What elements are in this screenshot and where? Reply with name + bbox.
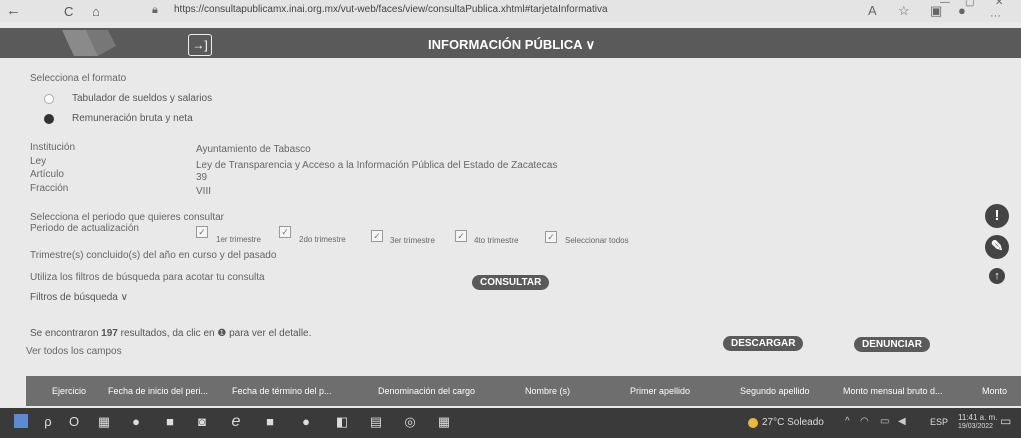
chevron-up-icon[interactable]: ^ [845,416,850,427]
weather-icon[interactable] [748,418,758,428]
taskbar-app-icon[interactable]: ▦ [96,414,112,430]
checkbox-q1-label: 1er trimestre [216,235,261,244]
task-view-icon[interactable]: O [66,414,82,430]
ley-value: Ley de Transparencia y Acceso a la Infor… [196,160,558,171]
weather-text[interactable]: 27°C Soleado [762,417,824,428]
taskbar-app-icon[interactable]: ▦ [436,414,452,430]
logo [62,30,116,56]
radio-remuneracion-label[interactable]: Remuneración bruta y neta [72,113,193,124]
network-icon[interactable]: ◠ [860,416,869,427]
filters-toggle[interactable]: Filtros de búsqueda ∨ [30,292,128,303]
results-end: para ver el detalle. [226,328,312,339]
alert-icon[interactable]: ! [985,204,1009,228]
ley-label: Ley [30,156,47,167]
home-icon[interactable]: ⌂ [92,4,100,19]
clock-time[interactable]: 11:41 a. m. [958,413,997,422]
consult-button[interactable]: CONSULTAR [472,275,550,290]
refresh-icon[interactable]: C [64,4,73,19]
update-period-label: Periodo de actualización [30,223,139,234]
articulo-value: 39 [196,172,208,183]
radio-tabulador[interactable] [44,94,54,104]
column-header[interactable]: Fecha de inicio del peri... [108,386,208,396]
institucion-value: Ayuntamiento de Tabasco [196,144,311,155]
taskbar-app-icon[interactable]: ◧ [334,414,350,430]
favorite-icon[interactable]: ☆ [898,3,910,19]
column-header[interactable]: Monto [982,386,1007,396]
results-count: 197 [101,328,118,339]
language-indicator[interactable]: ESP [930,417,948,427]
checkbox-q1[interactable]: ✓ [196,226,208,238]
checkbox-q4-label: 4to trimestre [474,236,519,245]
page-title[interactable]: INFORMACIÓN PÚBLICA ∨ [428,37,595,53]
tool-icon[interactable]: ✎ [985,235,1009,259]
report-button[interactable]: DENUNCIAR [854,337,930,352]
results-prefix: Se encontraron [30,328,102,339]
checkbox-all[interactable]: ✓ [545,231,557,243]
column-header[interactable]: Monto mensual bruto d... [843,386,943,396]
info-icon: ❶ [217,328,227,339]
volume-icon[interactable]: ◀ [898,416,906,427]
column-header[interactable]: Segundo apellido [740,386,810,396]
more-icon[interactable]: ··· [990,10,1001,22]
taskbar-app-icon[interactable]: ■ [262,414,278,430]
radio-tabulador-label[interactable]: Tabulador de sueldos y salarios [72,93,212,104]
back-icon[interactable]: ← [6,2,21,19]
column-header[interactable]: Primer apellido [630,386,690,396]
minimize-icon[interactable]: — [940,0,950,8]
taskbar-app-icon[interactable]: ● [128,414,144,430]
taskbar-app-icon[interactable]: ● [298,414,314,430]
restore-icon[interactable]: ▢ [965,0,974,8]
taskbar-app-icon[interactable]: ◎ [402,414,418,430]
period-note: Trimestre(s) concluido(s) del año en cur… [30,250,277,261]
taskbar-app-icon[interactable]: ▤ [368,414,384,430]
results-suffix: resultados, da clic en [117,328,218,339]
institucion-label: Institución [30,142,76,153]
clock-date[interactable]: 19/03/2022 [958,423,993,430]
column-header[interactable]: Ejercicio [52,386,86,396]
results-text: Se encontraron 197 resultados, da clic e… [30,328,311,339]
format-label: Selecciona el formato [30,73,127,84]
search-icon[interactable]: ρ [40,414,56,430]
column-header[interactable]: Fecha de término del p... [232,386,332,396]
period-label: Selecciona el periodo que quieres consul… [30,212,225,223]
lock-icon: 🔒︎ [152,4,158,16]
checkbox-all-label: Seleccionar todos [565,236,629,245]
taskbar-app-icon[interactable]: ■ [162,414,178,430]
checkbox-q2[interactable]: ✓ [279,226,291,238]
all-fields-link[interactable]: Ver todos los campos [26,346,122,357]
battery-icon[interactable]: ▭ [880,416,889,427]
reader-icon[interactable]: A [868,3,877,18]
fraccion-label: Fracción [30,183,69,194]
scroll-up-icon[interactable]: ↑ [989,268,1005,284]
checkbox-q2-label: 2do trimestre [299,235,346,244]
download-button[interactable]: DESCARGAR [723,336,804,351]
column-header[interactable]: Nombre (s) [525,386,570,396]
exit-icon[interactable]: →] [188,34,212,56]
checkbox-q3[interactable]: ✓ [371,230,383,242]
radio-remuneracion[interactable] [44,114,54,124]
fraccion-value: VIII [196,186,212,197]
windows-start-icon[interactable] [14,414,28,428]
articulo-label: Artículo [30,169,64,180]
column-header[interactable]: Denominación del cargo [378,386,475,396]
edge-icon[interactable]: e [228,414,244,430]
address-bar[interactable]: https://consultapublicamx.inai.org.mx/vu… [174,4,608,15]
close-icon[interactable]: ✕ [995,0,1003,8]
taskbar-app-icon[interactable]: ◙ [194,414,210,430]
notifications-icon[interactable]: ▭ [1000,414,1011,428]
checkbox-q4[interactable]: ✓ [455,230,467,242]
checkbox-q3-label: 3er trimestre [390,236,435,245]
filters-hint: Utiliza los filtros de búsqueda para aco… [30,272,265,283]
